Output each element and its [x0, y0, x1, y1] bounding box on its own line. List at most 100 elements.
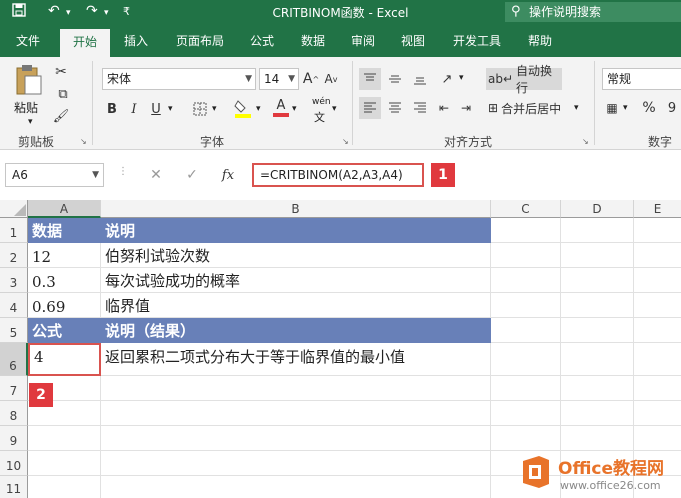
bottom-align-icon[interactable]: [409, 68, 431, 90]
tab-insert[interactable]: 插入: [116, 25, 156, 57]
fill-color-dropdown-icon[interactable]: ▾: [256, 104, 261, 114]
insert-function-icon[interactable]: fx: [216, 164, 240, 186]
cell-a2[interactable]: 12: [28, 243, 101, 268]
grow-font-icon[interactable]: A ^: [302, 69, 320, 89]
cell-a4[interactable]: 0.69: [28, 293, 101, 318]
tell-me-search[interactable]: ⚲ 操作说明搜索: [505, 2, 681, 22]
font-size-select[interactable]: 14 ▼: [259, 68, 299, 90]
phonetic-guide-button[interactable]: wén: [312, 97, 331, 107]
shrink-font-icon[interactable]: Av: [322, 69, 340, 89]
formula-input[interactable]: =CRITBINOM(A2,A3,A4): [252, 163, 424, 187]
enter-icon[interactable]: ✓: [180, 164, 204, 186]
middle-align-icon[interactable]: [384, 68, 406, 90]
watermark-url: www.office26.com: [560, 479, 661, 492]
clipboard-launcher-icon[interactable]: ↘: [80, 137, 87, 146]
row-header[interactable]: 3: [0, 268, 28, 293]
column-header-b[interactable]: B: [101, 200, 491, 218]
merge-center-button[interactable]: ⊞ 合并后居中: [486, 97, 570, 119]
orientation-icon[interactable]: ↗: [436, 68, 458, 90]
borders-dropdown-icon[interactable]: ▾: [212, 104, 217, 114]
column-header-c[interactable]: C: [491, 200, 561, 218]
cell-b4[interactable]: 临界值: [101, 293, 491, 318]
tab-formulas[interactable]: 公式: [244, 25, 280, 57]
drag-handle-icon[interactable]: ⋮: [118, 166, 128, 177]
accounting-format-icon[interactable]: ▦: [602, 97, 622, 119]
row-header[interactable]: 10: [0, 451, 28, 476]
tab-page-layout[interactable]: 页面布局: [168, 25, 232, 57]
tab-data[interactable]: 数据: [294, 25, 332, 57]
tab-review[interactable]: 审阅: [344, 25, 382, 57]
gridline: [28, 400, 681, 401]
font-color-icon[interactable]: A: [272, 97, 290, 119]
borders-icon[interactable]: [190, 99, 210, 119]
cell-b2[interactable]: 伯努利试验次数: [101, 243, 491, 268]
percent-button[interactable]: %: [640, 97, 658, 119]
top-align-icon[interactable]: [359, 68, 381, 90]
paste-label[interactable]: 粘贴: [14, 99, 38, 116]
cancel-icon[interactable]: ✕: [144, 164, 168, 186]
wrap-text-button[interactable]: ab↵ 自动换行: [486, 64, 562, 95]
font-color-dropdown-icon[interactable]: ▾: [292, 104, 297, 114]
copy-icon[interactable]: ⧉: [52, 85, 74, 103]
orientation-dropdown-icon[interactable]: ▾: [459, 73, 464, 83]
row-header[interactable]: 8: [0, 401, 28, 426]
row-header[interactable]: 6: [0, 343, 28, 376]
name-box[interactable]: A6 ▼: [5, 163, 104, 187]
tab-file[interactable]: 文件: [10, 25, 46, 57]
row-header[interactable]: 9: [0, 426, 28, 451]
accounting-dropdown-icon[interactable]: ▾: [623, 103, 628, 113]
cell-b3[interactable]: 每次试验成功的概率: [101, 268, 491, 293]
cell-a1[interactable]: 数据: [28, 218, 101, 243]
alignment-group-label: 对齐方式: [444, 135, 493, 149]
cell-b6[interactable]: 返回累积二项式分布大于等于临界值的最小值: [101, 343, 491, 376]
worksheet-grid[interactable]: A B C D E 1 2 3 4 5 6 7 8 9 10 11 数据 说明 …: [0, 200, 681, 498]
gridline: [28, 450, 681, 451]
cell-a3[interactable]: 0.3: [28, 268, 101, 293]
row-header[interactable]: 1: [0, 218, 28, 243]
alignment-launcher-icon[interactable]: ↘: [582, 137, 589, 146]
fill-color-icon[interactable]: [232, 97, 254, 119]
select-all-corner[interactable]: [0, 200, 28, 218]
italic-button[interactable]: I: [126, 99, 142, 119]
font-launcher-icon[interactable]: ↘: [342, 137, 349, 146]
cell-a6-selected[interactable]: 4: [28, 343, 101, 376]
paste-icon[interactable]: [12, 63, 46, 97]
number-format-select[interactable]: 常规: [602, 68, 681, 90]
row-header[interactable]: 2: [0, 243, 28, 268]
merge-dropdown-icon[interactable]: ▾: [574, 103, 579, 113]
column-header-d[interactable]: D: [561, 200, 634, 218]
tab-view[interactable]: 视图: [394, 25, 432, 57]
underline-dropdown-icon[interactable]: ▾: [168, 104, 173, 114]
align-center-icon[interactable]: [384, 97, 406, 119]
column-header-e[interactable]: E: [634, 200, 681, 218]
cell-b5[interactable]: 说明（结果）: [101, 318, 491, 343]
bold-button[interactable]: B: [104, 99, 120, 119]
row-header[interactable]: 7: [0, 376, 28, 401]
row-header[interactable]: 11: [0, 476, 28, 498]
tab-developer[interactable]: 开发工具: [446, 25, 508, 57]
paste-dropdown-icon[interactable]: ▾: [28, 117, 33, 127]
format-painter-icon[interactable]: 🖌: [52, 107, 70, 125]
tab-help[interactable]: 帮助: [520, 25, 560, 57]
separator: [594, 61, 595, 145]
cell-b1[interactable]: 说明: [101, 218, 491, 243]
column-header-a[interactable]: A: [28, 200, 101, 218]
title-bar: ↶ ▾ ↷ ▾ ₹ CRITBINOM函数 - Excel ⚲ 操作说明搜索: [0, 0, 681, 25]
increase-indent-icon[interactable]: ⇥: [456, 97, 476, 119]
callout-badge-1: 1: [431, 163, 455, 187]
align-left-icon[interactable]: [359, 97, 381, 119]
wrap-text-icon: ab↵: [488, 72, 514, 86]
ribbon-tabs: 文件 开始 插入 页面布局 公式 数据 审阅 视图 开发工具 帮助: [0, 25, 681, 57]
cell-a5[interactable]: 公式: [28, 318, 101, 343]
formula-bar: A6 ▼ ⋮ ✕ ✓ fx =CRITBINOM(A2,A3,A4) 1: [0, 150, 681, 200]
row-header[interactable]: 4: [0, 293, 28, 318]
comma-style-button[interactable]: 9: [664, 97, 680, 119]
tab-home[interactable]: 开始: [60, 29, 110, 57]
phonetic-dropdown-icon[interactable]: ▾: [332, 104, 337, 114]
decrease-indent-icon[interactable]: ⇤: [434, 97, 454, 119]
underline-button[interactable]: U: [148, 99, 164, 119]
align-right-icon[interactable]: [409, 97, 431, 119]
cut-icon[interactable]: ✂: [52, 63, 70, 81]
row-header[interactable]: 5: [0, 318, 28, 343]
font-name-select[interactable]: 宋体 ▼: [102, 68, 256, 90]
